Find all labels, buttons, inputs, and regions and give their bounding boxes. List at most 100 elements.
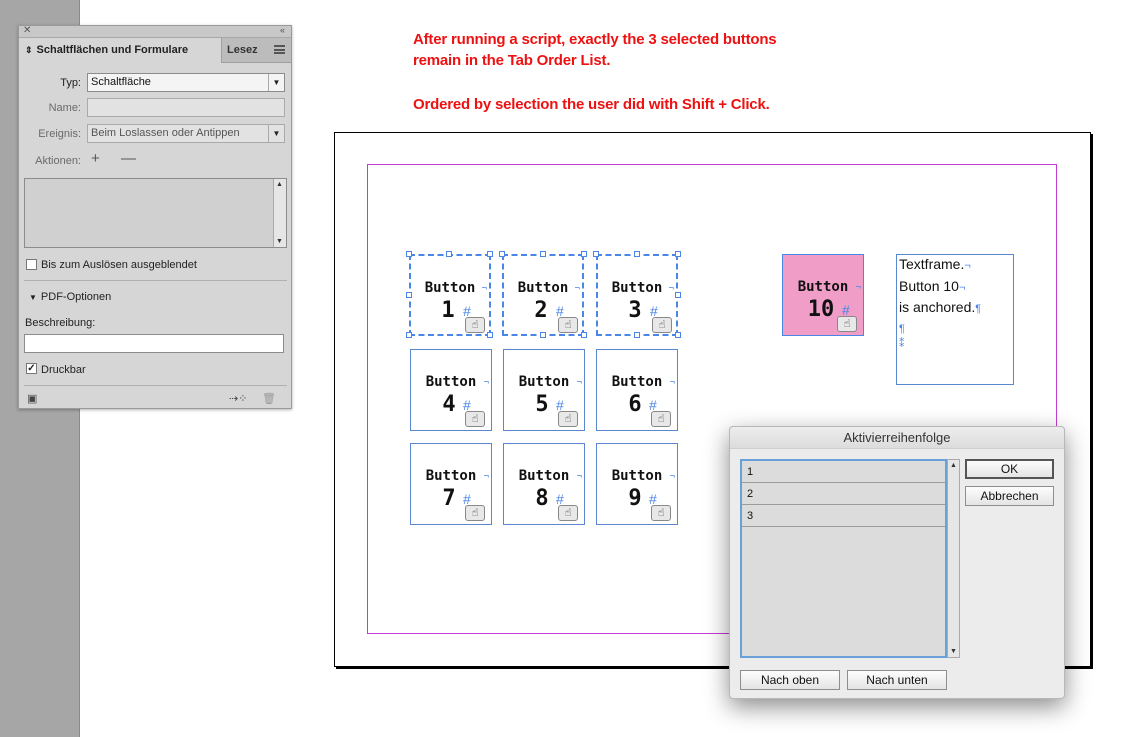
list-item[interactable]: 3 — [742, 505, 945, 527]
button-frame-1[interactable]: Button ¬ 1 # ☝ — [409, 254, 491, 336]
button-label: Button — [517, 280, 569, 296]
tab-label: Schaltflächen und Formulare — [36, 44, 189, 56]
convert-object-to-button-icon[interactable]: ⇢⁘ — [229, 392, 247, 405]
pdf-options-label: PDF-Optionen — [40, 291, 112, 303]
type-dropdown[interactable]: Schaltfläche ▼ — [87, 73, 285, 92]
tab-buttons-and-forms[interactable]: ⇕ Schaltflächen und Formulare — [19, 38, 222, 63]
dialog-title: Aktivierreihenfolge — [730, 427, 1064, 449]
selection-handle[interactable] — [675, 292, 681, 298]
scroll-down-icon[interactable]: ▼ — [276, 238, 283, 245]
text-frame[interactable]: Textframe.¬ Button 10¬ is anchored.¶ ¶ ⁑ — [896, 254, 1014, 385]
selection-handle[interactable] — [406, 332, 412, 338]
divider — [24, 280, 287, 281]
selection-handle[interactable] — [406, 251, 412, 257]
hand-pointer-icon: ☝ — [558, 505, 578, 521]
button-label: Button — [611, 280, 663, 296]
hidden-until-triggered-checkbox[interactable] — [26, 259, 37, 270]
hand-pointer-icon: ☝ — [558, 317, 578, 333]
panel-titlebar: ✕ « — [19, 25, 291, 38]
move-down-button[interactable]: Nach unten — [847, 670, 947, 690]
selection-handle[interactable] — [487, 332, 493, 338]
button-frame-5[interactable]: Button ¬ 5 # ☝ — [503, 349, 585, 431]
name-field[interactable] — [87, 98, 285, 117]
button-frame-2[interactable]: Button ¬ 2 # ☝ — [502, 254, 584, 336]
end-of-line-marker: ¬ — [576, 472, 582, 482]
description-field[interactable] — [24, 334, 284, 353]
buttons-and-forms-panel: ✕ « ⇕ Schaltflächen und Formulare Lesez T… — [18, 25, 292, 409]
pilcrow-marker: ¶ — [899, 322, 905, 335]
hidden-until-triggered-label: Bis zum Auslösen ausgeblendet — [41, 259, 197, 271]
selection-handle[interactable] — [540, 332, 546, 338]
divider — [24, 385, 287, 386]
selection-handle[interactable] — [540, 251, 546, 257]
selection-handle[interactable] — [446, 251, 452, 257]
button-label: Button — [518, 374, 570, 390]
selection-handle[interactable] — [581, 332, 587, 338]
text-line-content: is anchored. — [899, 299, 976, 315]
end-of-line-marker: ¬ — [574, 284, 580, 294]
remove-action-icon[interactable]: — — [121, 150, 136, 167]
button-label: Button — [611, 468, 663, 484]
hand-pointer-icon: ☝ — [465, 411, 485, 427]
text-line-content: Button 10 — [899, 277, 959, 294]
event-dropdown[interactable]: Beim Loslassen oder Antippen ▼ — [87, 124, 285, 143]
move-up-button[interactable]: Nach oben — [740, 670, 840, 690]
pdf-options-toggle[interactable]: ▼ PDF-Optionen — [29, 291, 111, 303]
preview-icon[interactable]: ▣ — [27, 392, 37, 405]
selection-handle[interactable] — [581, 251, 587, 257]
button-label: Button — [424, 280, 476, 296]
close-icon[interactable]: ✕ — [23, 25, 31, 36]
end-of-line-marker: ¬ — [669, 378, 675, 388]
selection-handle[interactable] — [675, 332, 681, 338]
note-line-1: After running a script, exactly the 3 se… — [413, 31, 777, 48]
checkmark-icon: ✓ — [27, 363, 36, 374]
actions-label: Aktionen: — [35, 155, 81, 167]
button-label: Button — [425, 468, 477, 484]
selection-handle[interactable] — [499, 251, 505, 257]
panel-menu-icon[interactable] — [274, 45, 285, 54]
selection-handle[interactable] — [406, 292, 412, 298]
button-frame-10[interactable]: Button ¬ 10 # ☝ — [782, 254, 864, 336]
selection-handle[interactable] — [675, 251, 681, 257]
button-frame-7[interactable]: Button ¬ 7 # ☝ — [410, 443, 492, 525]
hand-pointer-icon: ☝ — [651, 505, 671, 521]
selection-handle[interactable] — [593, 251, 599, 257]
printable-label: Druckbar — [41, 364, 86, 376]
cancel-button[interactable]: Abbrechen — [965, 486, 1054, 506]
ok-button[interactable]: OK — [965, 459, 1054, 479]
end-of-line-marker: ¬ — [576, 378, 582, 388]
anchor-marker-icon: ⁑ — [899, 338, 905, 350]
text-line: Button 10¬ — [899, 277, 1011, 299]
printable-checkbox[interactable]: ✓ — [26, 363, 37, 374]
button-label: Button — [518, 468, 570, 484]
scroll-up-icon[interactable]: ▲ — [276, 181, 283, 188]
list-item[interactable]: 2 — [742, 483, 945, 505]
tab-order-scrollbar[interactable]: ▲ ▼ — [947, 459, 960, 658]
chevron-down-icon: ▼ — [268, 74, 284, 91]
button-frame-6[interactable]: Button ¬ 6 # ☝ — [596, 349, 678, 431]
selection-handle[interactable] — [634, 332, 640, 338]
collapse-icon[interactable]: « — [280, 25, 285, 35]
tab-order-list[interactable]: 1 2 3 — [740, 459, 947, 658]
list-item[interactable]: 1 — [742, 461, 945, 483]
triangle-down-icon: ▼ — [29, 293, 37, 302]
button-frame-8[interactable]: Button ¬ 8 # ☝ — [503, 443, 585, 525]
button-label: Button — [797, 279, 849, 295]
add-action-icon[interactable]: + — [91, 150, 100, 167]
button-frame-9[interactable]: Button ¬ 9 # ☝ — [596, 443, 678, 525]
actions-list[interactable]: ▲ ▼ — [24, 178, 287, 248]
selection-handle[interactable] — [634, 251, 640, 257]
panel-tabs: ⇕ Schaltflächen und Formulare Lesez — [19, 38, 291, 63]
button-frame-3[interactable]: Button ¬ 3 # ☝ — [596, 254, 678, 336]
event-label: Ereignis: — [38, 128, 81, 140]
tab-bookmarks[interactable]: Lesez — [223, 38, 263, 63]
actions-scrollbar[interactable]: ▲ ▼ — [273, 179, 286, 247]
scroll-down-icon[interactable]: ▼ — [950, 648, 957, 655]
scroll-up-icon[interactable]: ▲ — [950, 462, 957, 469]
hand-pointer-icon: ☝ — [652, 317, 672, 333]
description-label: Beschreibung: — [25, 317, 96, 329]
selection-handle[interactable] — [487, 251, 493, 257]
button-frame-4[interactable]: Button ¬ 4 # ☝ — [410, 349, 492, 431]
trash-icon[interactable]: 🗑 — [262, 392, 276, 405]
text-line-content: Textframe. — [899, 256, 965, 272]
